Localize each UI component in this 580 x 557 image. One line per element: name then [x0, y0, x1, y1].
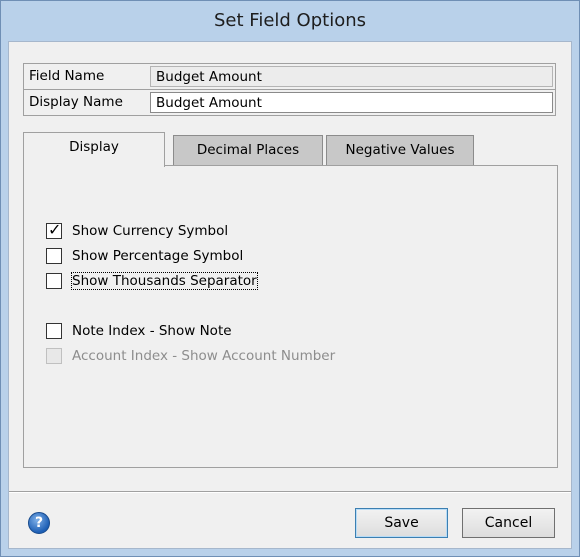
checkbox-box [46, 348, 62, 364]
dialog-body: Field Name Budget Amount Display Name Bu… [8, 41, 572, 549]
display-name-input[interactable]: Budget Amount [150, 92, 553, 113]
checkmark-icon: ✓ [48, 220, 62, 239]
help-icon[interactable]: ? [28, 512, 50, 534]
tab-display[interactable]: Display [23, 132, 165, 167]
field-name-value: Budget Amount [150, 66, 553, 87]
display-name-label: Display Name [29, 94, 123, 110]
show-thousands-separator-label[interactable]: Show Thousands Separator [71, 272, 258, 290]
tab-negative-values[interactable]: Negative Values [326, 135, 474, 165]
show-thousands-separator-checkbox[interactable]: Show Thousands Separator [46, 271, 258, 291]
note-index-show-note-label[interactable]: Note Index - Show Note [72, 323, 232, 339]
field-name-row: Field Name Budget Amount [24, 64, 555, 90]
account-index-show-account-number-label: Account Index - Show Account Number [72, 348, 336, 364]
checkbox-box[interactable] [46, 248, 62, 264]
tab-decimal-places[interactable]: Decimal Places [173, 135, 323, 165]
note-index-show-note-checkbox[interactable]: Note Index - Show Note [46, 321, 232, 341]
cancel-button[interactable]: Cancel [462, 508, 555, 538]
save-button[interactable]: Save [355, 508, 448, 538]
account-index-show-account-number-checkbox: Account Index - Show Account Number [46, 346, 335, 366]
show-percentage-symbol-checkbox[interactable]: Show Percentage Symbol [46, 246, 243, 266]
display-tab-panel: ✓ Show Currency Symbol Show Percentage S… [23, 165, 558, 468]
display-name-row: Display Name Budget Amount [24, 90, 555, 116]
show-percentage-symbol-label[interactable]: Show Percentage Symbol [72, 248, 243, 264]
checkbox-box[interactable] [46, 323, 62, 339]
checkbox-box[interactable] [46, 273, 62, 289]
dialog-title: Set Field Options [214, 10, 366, 31]
show-currency-symbol-label[interactable]: Show Currency Symbol [72, 223, 228, 239]
tab-strip: Display Decimal Places Negative Values [23, 132, 563, 167]
field-grid: Field Name Budget Amount Display Name Bu… [23, 63, 556, 116]
checkbox-box[interactable]: ✓ [46, 220, 62, 239]
field-name-label: Field Name [29, 68, 105, 84]
footer-separator [9, 491, 571, 493]
show-currency-symbol-checkbox[interactable]: ✓ Show Currency Symbol [46, 221, 228, 241]
dialog-window: Set Field Options Field Name Budget Amou… [0, 0, 580, 557]
